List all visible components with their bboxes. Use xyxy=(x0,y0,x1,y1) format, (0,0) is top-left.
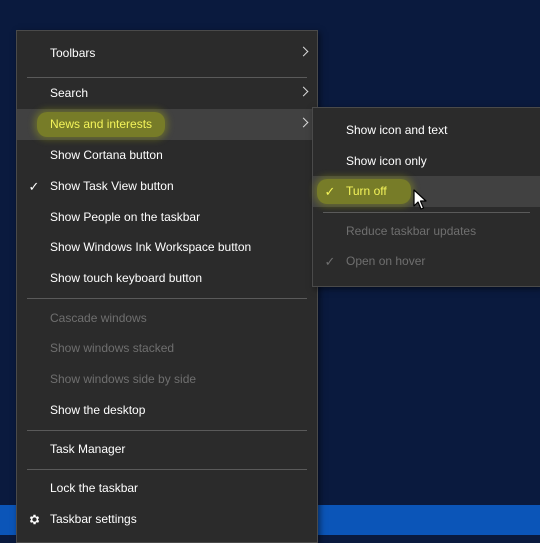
menu-item-label: Show Cortana button xyxy=(50,148,163,162)
menu-item-show-touch-keyboard[interactable]: Show touch keyboard button xyxy=(17,263,317,294)
menu-item-label: Show People on the taskbar xyxy=(50,210,201,224)
menu-item-label: Show Task View button xyxy=(50,179,174,193)
checkmark-icon: ✓ xyxy=(324,254,336,269)
chevron-right-icon xyxy=(298,46,309,57)
menu-item-label: Show windows side by side xyxy=(50,372,197,386)
chevron-right-icon xyxy=(298,117,309,128)
menu-item-show-side-by-side: Show windows side by side xyxy=(17,364,317,395)
menu-item-show-ink-workspace[interactable]: Show Windows Ink Workspace button xyxy=(17,232,317,263)
submenu-item-open-on-hover: ✓ Open on hover xyxy=(313,246,540,277)
menu-item-label: Show the desktop xyxy=(50,403,146,417)
menu-item-label: Show Windows Ink Workspace button xyxy=(50,240,252,254)
menu-item-label: Show icon only xyxy=(346,154,427,168)
menu-separator xyxy=(27,298,307,299)
submenu-item-show-icon-and-text[interactable]: Show icon and text xyxy=(313,115,540,146)
menu-item-show-cortana[interactable]: Show Cortana button xyxy=(17,140,317,171)
menu-item-news-and-interests[interactable]: News and interests xyxy=(17,109,317,140)
menu-item-label: Show windows stacked xyxy=(50,341,175,355)
gear-icon xyxy=(29,514,40,525)
menu-item-show-desktop[interactable]: Show the desktop xyxy=(17,395,317,426)
menu-item-show-task-view[interactable]: ✓ Show Task View button xyxy=(17,171,317,202)
menu-item-toolbars[interactable]: Toolbars xyxy=(17,38,317,69)
menu-item-show-people[interactable]: Show People on the taskbar xyxy=(17,202,317,233)
menu-separator xyxy=(27,430,307,431)
menu-item-lock-taskbar[interactable]: Lock the taskbar xyxy=(17,473,317,504)
taskbar-context-menu: Toolbars Search News and interests Show … xyxy=(16,30,318,543)
menu-item-show-windows-stacked: Show windows stacked xyxy=(17,333,317,364)
submenu-item-reduce-updates: Reduce taskbar updates xyxy=(313,216,540,247)
checkmark-icon: ✓ xyxy=(28,179,40,194)
menu-item-label: Search xyxy=(50,86,89,100)
menu-item-label: Show touch keyboard button xyxy=(50,271,203,285)
menu-item-search[interactable]: Search xyxy=(17,78,317,109)
menu-item-taskbar-settings[interactable]: Taskbar settings xyxy=(17,504,317,535)
menu-item-label: Toolbars xyxy=(50,46,96,60)
submenu-item-show-icon-only[interactable]: Show icon only xyxy=(313,146,540,177)
menu-separator xyxy=(27,469,307,470)
menu-item-label: News and interests xyxy=(50,117,153,131)
menu-item-label: Open on hover xyxy=(346,254,426,268)
menu-item-cascade-windows: Cascade windows xyxy=(17,303,317,334)
menu-item-label: Cascade windows xyxy=(50,311,147,325)
menu-item-label: Task Manager xyxy=(50,442,126,456)
menu-item-label: Lock the taskbar xyxy=(50,481,139,495)
checkmark-icon: ✓ xyxy=(324,184,336,199)
chevron-right-icon xyxy=(298,86,309,97)
mouse-pointer-icon xyxy=(413,189,427,210)
menu-item-label: Taskbar settings xyxy=(50,512,137,526)
menu-item-label: Show icon and text xyxy=(346,123,448,137)
menu-item-label: Turn off xyxy=(346,184,387,198)
menu-separator xyxy=(323,212,530,213)
menu-item-task-manager[interactable]: Task Manager xyxy=(17,434,317,465)
menu-item-label: Reduce taskbar updates xyxy=(346,224,477,238)
